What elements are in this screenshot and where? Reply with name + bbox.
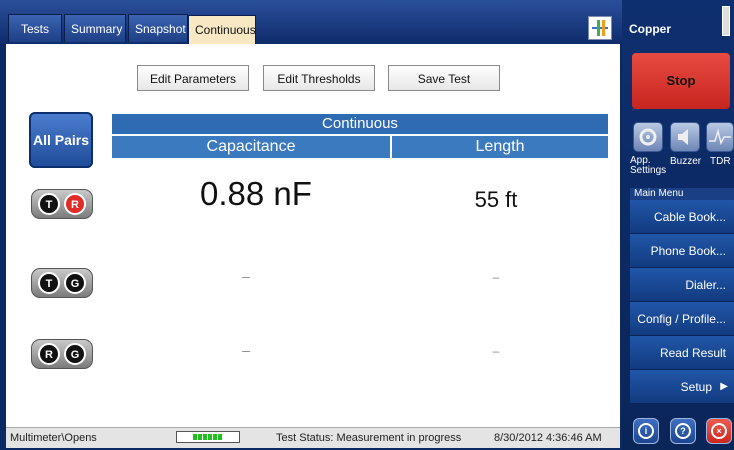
tab-summary[interactable]: Summary	[64, 14, 126, 42]
panel-title: Copper	[629, 22, 671, 36]
tab-snapshot[interactable]: Snapshot	[128, 14, 188, 42]
help-button[interactable]: ?	[670, 418, 696, 444]
ring-pin-icon: R	[64, 193, 86, 215]
status-bar: Multimeter\Opens Test Status: Measuremen…	[6, 427, 620, 448]
pair-tg-button[interactable]: T G	[31, 268, 93, 298]
menu-item-setup[interactable]: Setup ▶	[630, 370, 734, 404]
pair-tr-button[interactable]: T R	[31, 189, 93, 219]
tab-continuous[interactable]: Continuous	[188, 15, 256, 44]
length-value: –	[492, 344, 500, 358]
app-settings-label: App. Settings	[630, 155, 667, 176]
tip-pin-icon: T	[38, 193, 60, 215]
info-icon: i	[638, 423, 654, 439]
main-panel: Edit Parameters Edit Thresholds Save Tes…	[6, 44, 620, 427]
tdr-label: TDR	[710, 156, 731, 167]
menu-item-setup-label: Setup	[680, 380, 712, 394]
close-button[interactable]: ×	[706, 418, 732, 444]
tip-pin-icon: T	[38, 272, 60, 294]
save-test-button[interactable]: Save Test	[388, 65, 500, 91]
all-pairs-button[interactable]: All Pairs	[29, 112, 93, 168]
menu-item-phone-book[interactable]: Phone Book...	[630, 234, 734, 268]
progress-indicator	[176, 431, 240, 443]
menu-item-dialer[interactable]: Dialer...	[630, 268, 734, 302]
stop-button[interactable]: Stop	[632, 53, 730, 109]
hold-icon[interactable]	[588, 16, 612, 40]
mode-status: Multimeter\Opens	[10, 432, 97, 444]
ground-pin-icon: G	[64, 272, 86, 294]
capacitance-value: –	[242, 342, 250, 358]
length-value: 55 ft	[474, 187, 518, 212]
help-icon: ?	[675, 423, 691, 439]
tab-tests[interactable]: Tests	[8, 14, 62, 42]
pair-rg-button[interactable]: R G	[31, 339, 93, 369]
speaker-icon[interactable]	[670, 122, 700, 152]
top-tab-bar: Tests Summary Snapshot Continuous	[0, 0, 622, 44]
capacitance-value: –	[242, 268, 250, 284]
edit-thresholds-button[interactable]: Edit Thresholds	[263, 65, 375, 91]
battery-icon	[722, 6, 730, 36]
datetime-text: 8/30/2012 4:36:46 AM	[494, 432, 602, 444]
menu-item-config-profile[interactable]: Config / Profile...	[630, 302, 734, 336]
tdr-icon[interactable]	[706, 122, 734, 152]
settings-icon[interactable]	[633, 122, 663, 152]
ring-pin-icon: R	[38, 343, 60, 365]
main-menu-title: Main Menu	[630, 188, 734, 200]
menu-item-cable-book[interactable]: Cable Book...	[630, 200, 734, 234]
continuous-header: Continuous	[112, 114, 608, 134]
test-status-text: Test Status: Measurement in progress	[276, 432, 462, 444]
info-button[interactable]: i	[633, 418, 659, 444]
length-value: –	[492, 270, 500, 284]
edit-parameters-button[interactable]: Edit Parameters	[137, 65, 249, 91]
capacitance-column-header: Capacitance	[112, 136, 390, 158]
ground-pin-icon: G	[64, 343, 86, 365]
menu-item-read-result-file[interactable]: Read Result File...	[630, 336, 734, 394]
capacitance-value: 0.88 nF	[200, 175, 312, 212]
buzzer-label: Buzzer	[670, 156, 702, 167]
close-icon: ×	[711, 423, 727, 439]
length-column-header: Length	[392, 136, 608, 158]
chevron-right-icon: ▶	[720, 381, 728, 392]
